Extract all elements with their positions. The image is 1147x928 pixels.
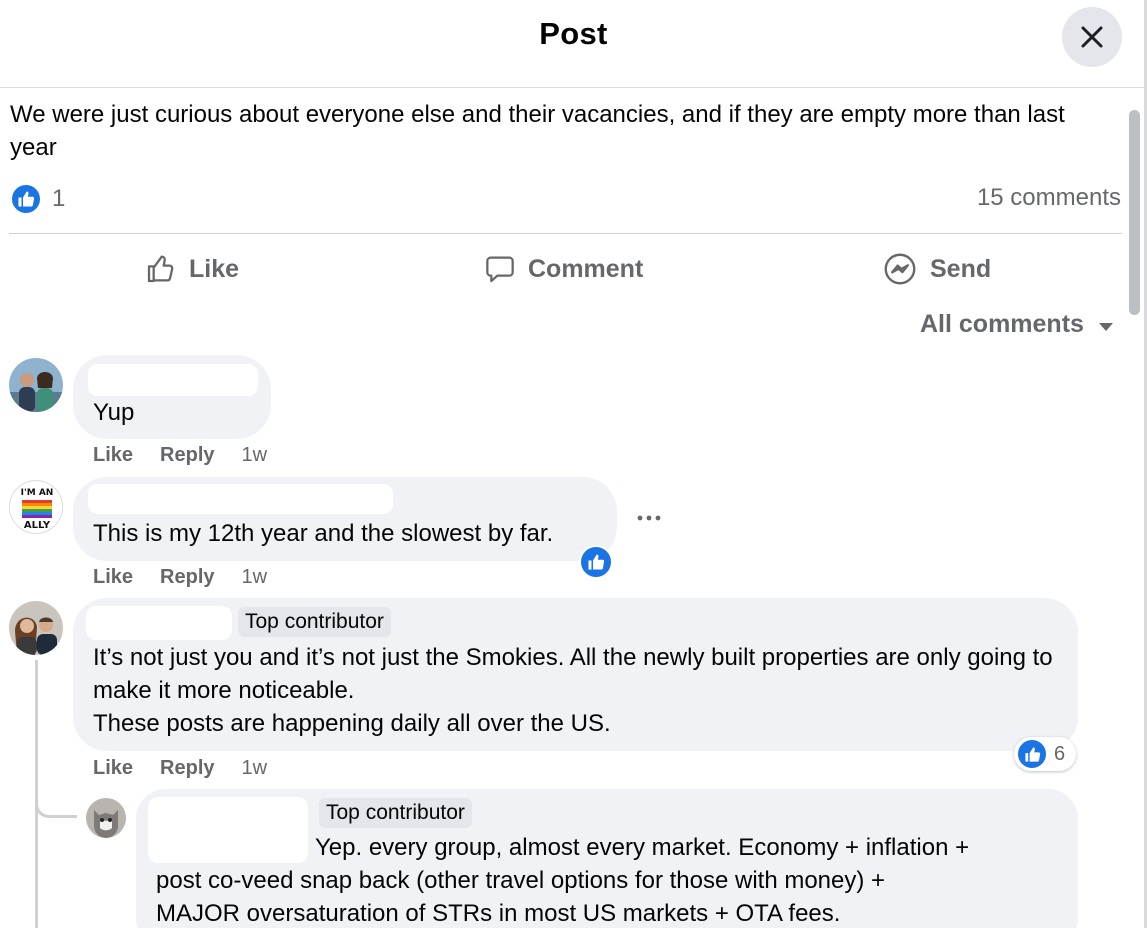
like-reaction-icon[interactable] bbox=[579, 545, 613, 579]
reply-connector bbox=[35, 780, 77, 818]
avatar[interactable] bbox=[86, 798, 126, 838]
close-button[interactable] bbox=[1062, 7, 1122, 67]
comment-timestamp[interactable]: 1w bbox=[242, 566, 268, 589]
thumbs-up-icon bbox=[147, 255, 174, 283]
comment-timestamp[interactable]: 1w bbox=[242, 757, 268, 780]
comment-reply-link[interactable]: Reply bbox=[160, 566, 214, 589]
comment-reactions[interactable]: 6 bbox=[1014, 737, 1076, 771]
send-button-label: Send bbox=[930, 254, 992, 283]
comment-button-label: Comment bbox=[528, 254, 644, 283]
like-button-label: Like bbox=[189, 254, 240, 283]
like-button[interactable]: Like bbox=[145, 250, 239, 288]
comment-actions: Like Reply 1w bbox=[93, 566, 267, 589]
comment-text: Yup bbox=[93, 399, 135, 426]
comments-count[interactable]: 15 comments bbox=[977, 184, 1121, 212]
caret-down-icon bbox=[1098, 322, 1113, 331]
dialog-title: Post bbox=[539, 16, 608, 51]
redacted-author-name bbox=[148, 797, 308, 863]
comment-like-link[interactable]: Like bbox=[93, 757, 133, 780]
avatar[interactable] bbox=[9, 358, 63, 412]
top-contributor-badge: Top contributor bbox=[238, 607, 391, 637]
comment-timestamp[interactable]: 1w bbox=[242, 444, 268, 467]
comment-text: This is my 12th year and the slowest by … bbox=[93, 520, 554, 547]
comment-like-link[interactable]: Like bbox=[93, 444, 133, 467]
avatar[interactable]: I'M AN ALLY bbox=[9, 480, 63, 534]
svg-text:ALLY: ALLY bbox=[24, 520, 51, 531]
comment-like-link[interactable]: Like bbox=[93, 566, 133, 589]
top-contributor-badge: Top contributor bbox=[319, 798, 472, 828]
comment-actions: Like Reply 1w bbox=[93, 444, 267, 467]
post-text: We were just curious about everyone else… bbox=[10, 101, 1065, 161]
like-reaction-icon bbox=[1016, 738, 1048, 770]
close-icon bbox=[1081, 26, 1103, 48]
comment-text-first-line: Yep. every group, almost every market. E… bbox=[315, 834, 970, 861]
reaction-count: 6 bbox=[1054, 742, 1066, 765]
post-dialog-header: Post bbox=[0, 0, 1147, 88]
comment-sort-label: All comments bbox=[920, 310, 1084, 338]
redacted-author-name bbox=[86, 606, 232, 640]
more-options-button[interactable] bbox=[634, 504, 664, 532]
like-count: 1 bbox=[52, 185, 66, 212]
send-button[interactable]: Send bbox=[882, 250, 991, 288]
comment-reply-link[interactable]: Reply bbox=[160, 757, 214, 780]
avatar[interactable] bbox=[9, 601, 63, 655]
comment-text: post co-veed snap back (other travel opt… bbox=[156, 867, 886, 927]
messenger-icon bbox=[884, 253, 916, 285]
svg-text:I'M AN: I'M AN bbox=[21, 488, 54, 498]
comment-icon bbox=[486, 256, 514, 283]
divider bbox=[9, 233, 1122, 234]
redacted-author-name bbox=[88, 484, 393, 514]
more-dots-icon bbox=[637, 515, 661, 521]
comment-actions: Like Reply 1w bbox=[93, 757, 267, 780]
comment-button[interactable]: Comment bbox=[484, 250, 643, 288]
comment-sort-dropdown[interactable]: All comments bbox=[920, 310, 1114, 339]
scrollbar-thumb[interactable] bbox=[1129, 110, 1140, 315]
comment-text: It’s not just you and it’s not just the … bbox=[93, 644, 1053, 737]
post-reactions[interactable]: 1 bbox=[10, 182, 65, 216]
comment-reply-link[interactable]: Reply bbox=[160, 444, 214, 467]
like-reaction-icon bbox=[10, 183, 42, 215]
redacted-author-name bbox=[88, 364, 258, 396]
